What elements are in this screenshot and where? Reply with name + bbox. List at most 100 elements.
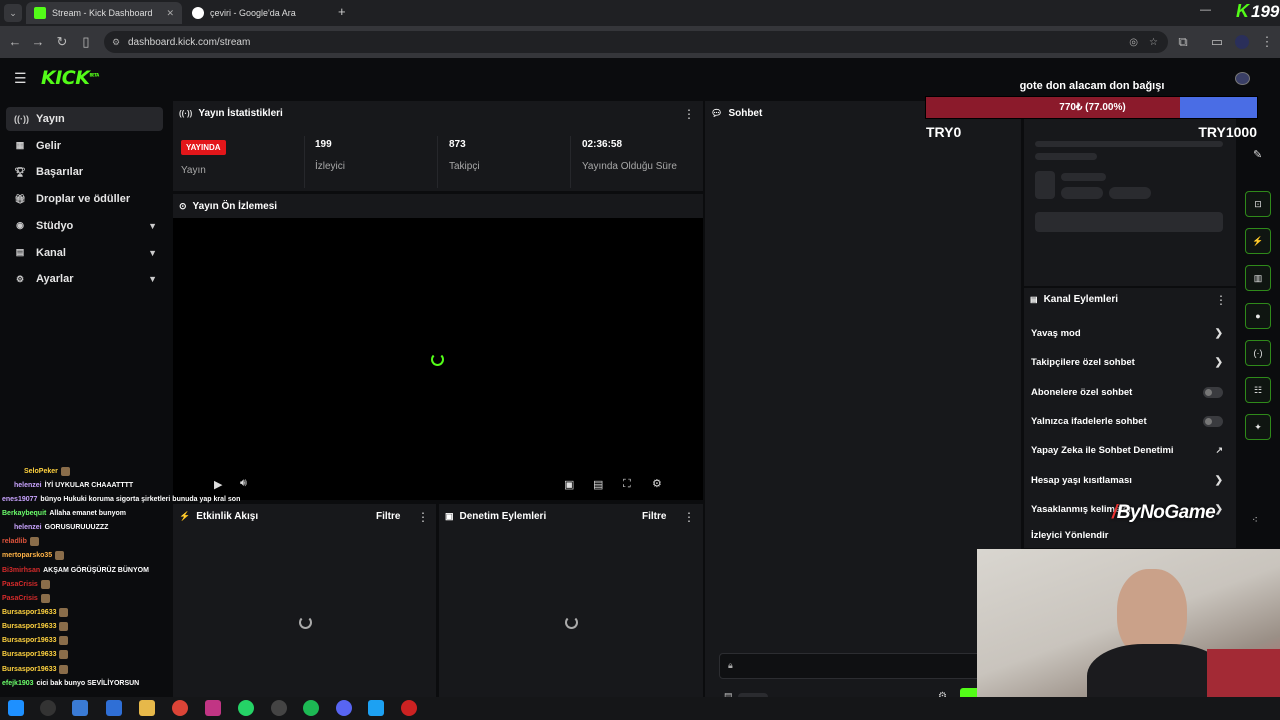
channel-action-7[interactable]: İzleyici Yönlendir (1031, 523, 1231, 547)
close-tab-icon[interactable]: ✕ (166, 8, 174, 19)
chevron-down-icon[interactable]: ▼ (148, 221, 157, 231)
chat-username: SeloPeker (24, 467, 58, 475)
search-icon[interactable] (40, 700, 56, 716)
eye-off-icon[interactable]: ◎ (1129, 37, 1138, 48)
bookmark-star-icon[interactable]: ☆ (1149, 37, 1158, 48)
twitter-icon[interactable] (368, 700, 384, 716)
sidebar-item-5[interactable]: ▤ Kanal ▼ (6, 241, 163, 265)
rail-layout-button[interactable]: ☷ (1245, 377, 1271, 403)
play-icon[interactable]: ▶ (214, 478, 222, 491)
chat-username: Bursaspor19633 (2, 609, 57, 616)
reload-icon[interactable]: ↻ (53, 33, 71, 51)
logo-beta: BETA (89, 72, 99, 78)
pip-icon[interactable]: ▣ (564, 478, 574, 491)
hamburger-menu-icon[interactable]: ☰ (14, 70, 27, 87)
chevron-down-icon[interactable]: ▼ (148, 248, 157, 258)
stream-chat-line: Bursaspor19633 (2, 606, 69, 620)
rail-tools-button[interactable]: ✦ (1245, 414, 1271, 440)
new-tab-icon[interactable]: + (338, 4, 346, 19)
notes-icon: ▥ (1253, 272, 1263, 283)
tab-google-search[interactable]: çeviri - Google'da Ara (184, 2, 334, 24)
chevron-down-icon[interactable]: ▼ (148, 274, 157, 284)
channel-action-label: Takipçilere özel sohbet (1031, 356, 1135, 368)
fullscreen-icon[interactable]: ⛶ (623, 478, 631, 491)
site-info-icon[interactable]: ⚙ (112, 37, 120, 48)
channel-action-2[interactable]: Abonelere özel sohbet (1031, 380, 1231, 404)
windows-start-icon[interactable] (8, 700, 24, 716)
stats-menu-icon[interactable]: ⋮ (683, 107, 695, 121)
rail-notes-button[interactable]: ▥ (1245, 265, 1271, 291)
downloads-icon[interactable]: ▭ (1208, 33, 1226, 51)
stream-chat-line: mertoparsko35 (2, 549, 65, 563)
moderation-menu-icon[interactable]: ⋮ (683, 510, 695, 524)
settings-gear-icon[interactable]: ⚙ (652, 477, 662, 490)
preview-title: Yayın Ön İzlemesi (192, 201, 278, 212)
revenue-icon: ▦ (15, 140, 25, 151)
rail-clip-button[interactable]: ⊡ (1245, 191, 1271, 217)
uptime-value: 02:36:58 (582, 139, 623, 150)
activity-filter-button[interactable]: Filtre (376, 511, 400, 522)
minimize-icon[interactable]: — (1200, 4, 1211, 16)
channel-actions-menu-icon[interactable]: ⋮ (1215, 293, 1227, 307)
emote-icon (59, 622, 69, 632)
sidepanel-icon[interactable]: ▯ (77, 33, 95, 51)
volume-icon[interactable]: 🔊︎ (240, 477, 247, 490)
toggle-switch[interactable] (1203, 415, 1223, 427)
moderation-head: ▣ Denetim Eylemleri (445, 511, 546, 522)
moderation-filter-button[interactable]: Filtre (642, 511, 666, 522)
rail-chat-button[interactable]: ● (1245, 303, 1271, 329)
stream-chat-line: efejk1903 cici bak bunyo SEVİLİYORSUN (2, 676, 139, 690)
chrome-icon[interactable] (172, 700, 188, 716)
recorder-icon[interactable] (401, 700, 417, 716)
profile-avatar[interactable] (1235, 35, 1249, 49)
sidebar-item-1[interactable]: ▦ Gelir (6, 134, 163, 158)
preview-head: ⊙ Yayın Ön İzlemesi (179, 201, 277, 212)
obs-icon[interactable] (271, 700, 287, 716)
chat-username: enes19077 (2, 495, 38, 503)
donation-goal-title: gote don alacam don bağışı (1019, 80, 1165, 92)
rail-lightning-button[interactable]: ⚡ (1245, 228, 1271, 254)
channel-action-4[interactable]: Yapay Zeka ile Sohbet Denetimi ↗ (1031, 438, 1231, 462)
sidebar-item-6[interactable]: ⚙ Ayarlar ▼ (6, 267, 163, 291)
sidebar-item-0[interactable]: ((·)) Yayın (6, 107, 163, 131)
theater-mode-icon[interactable]: ▤ (593, 478, 603, 491)
toggle-switch[interactable] (1203, 386, 1223, 398)
rail-broadcast-button[interactable]: (·) (1245, 340, 1271, 366)
tab-search-button[interactable]: ⌄ (4, 4, 22, 22)
live-status: YAYINDA Yayın (181, 139, 226, 176)
back-icon[interactable]: ← (6, 33, 24, 51)
whatsapp-icon[interactable] (238, 700, 254, 716)
chat-message: AKŞAM GÖRÜŞÜRÜZ BÜNYOM (43, 566, 149, 574)
channel-action-3[interactable]: Yalnızca ifadelerle sohbet (1031, 409, 1231, 433)
sidebar-item-4[interactable]: ◉ Stüdyo ▼ (6, 214, 163, 238)
url-field[interactable]: ⚙ dashboard.kick.com/stream ◎ ☆ (104, 31, 1168, 53)
channel-action-1[interactable]: Takipçilere özel sohbet ❯ (1031, 350, 1231, 374)
channel-action-5[interactable]: Hesap yaşı kısıtlaması ❯ (1031, 468, 1231, 492)
instagram-icon[interactable] (205, 700, 221, 716)
donation-goal-bar: 770₺ (77.00%) (925, 96, 1258, 119)
chat-input[interactable]: 🔒︎ (719, 653, 989, 679)
chat-title: Sohbet (728, 108, 763, 119)
sidebar-item-2[interactable]: 🏆︎ Başarılar (6, 160, 163, 184)
forward-icon[interactable]: → (29, 33, 47, 51)
widgets-icon[interactable] (72, 700, 88, 716)
spotify-icon[interactable] (303, 700, 319, 716)
channel-action-0[interactable]: Yavaş mod ❯ (1031, 321, 1231, 345)
tab-kick-dashboard[interactable]: Stream - Kick Dashboard ✕ (26, 2, 182, 24)
viewers-label: İzleyici (315, 161, 346, 172)
chat-panel: 💬︎ Sohbet 🔒︎ ▤ ⚙ (705, 101, 1021, 706)
stream-preview-player[interactable]: ▶ 🔊︎ ▣ ▤ ⛶ ⚙ (173, 218, 703, 500)
discord-icon[interactable] (336, 700, 352, 716)
sidebar-item-3[interactable]: 🎁︎ Droplar ve ödüller (6, 187, 163, 211)
menu-kebab-icon[interactable]: ⋮ (1258, 33, 1276, 51)
file-explorer-icon[interactable] (139, 700, 155, 716)
kick-logo[interactable]: KICKBETA (41, 67, 99, 89)
more-dots-icon[interactable]: ⁖ (1252, 515, 1258, 526)
activity-menu-icon[interactable]: ⋮ (417, 510, 429, 524)
edit-pencil-icon[interactable]: ✎ (1253, 148, 1262, 161)
store-app-icon[interactable] (106, 700, 122, 716)
activity-feed-panel: ⚡ Etkinlik Akışı Filtre ⋮ (173, 504, 436, 697)
chat-username: reladlib (2, 538, 27, 546)
extensions-icon[interactable]: ⧉ (1174, 33, 1192, 51)
chat-username: Berkaybequit (2, 509, 47, 517)
